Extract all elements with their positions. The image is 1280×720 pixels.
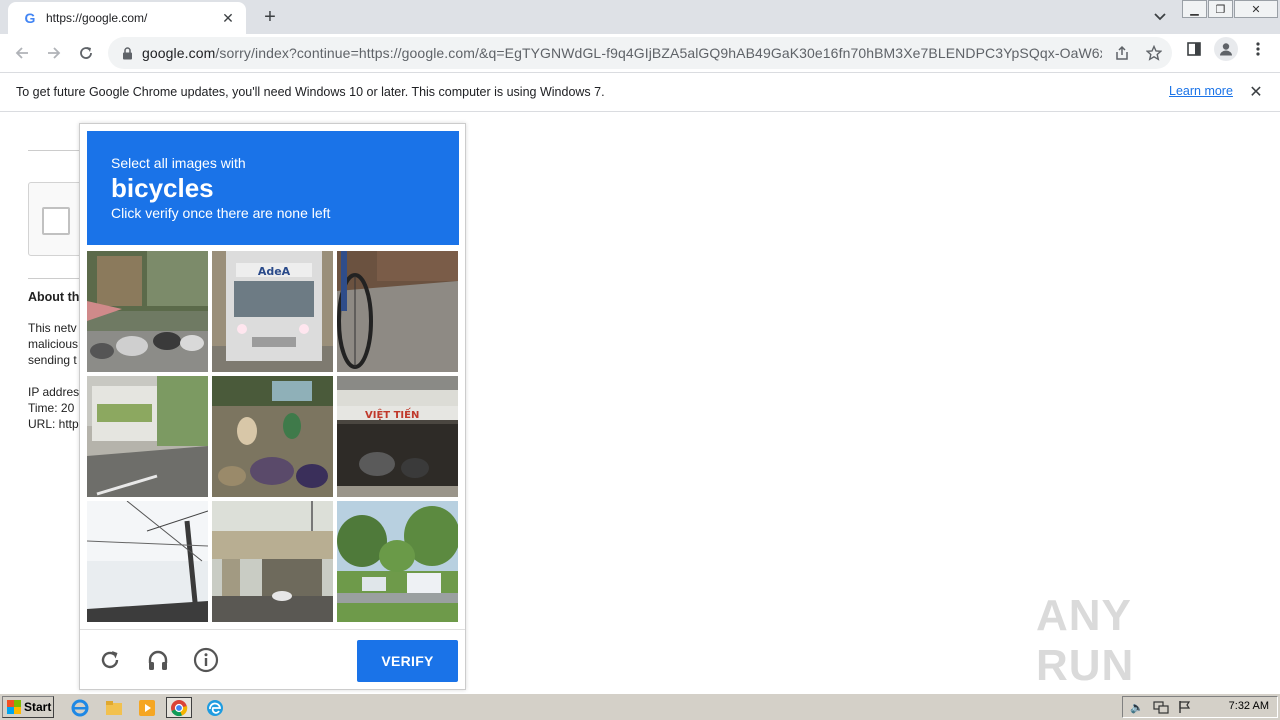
power-pole-tile[interactable] [87,501,208,622]
meta-line: IP addres [28,385,80,399]
request-meta: IP addres Time: 20 URL: http [28,384,79,432]
tab-search-chevron-icon[interactable] [1150,8,1170,26]
challenge-target: bicycles [111,173,214,203]
new-tab-button[interactable]: + [258,6,282,28]
infobar-close-icon[interactable]: ✕ [1247,83,1265,101]
reload-challenge-icon[interactable] [96,646,124,674]
menu-kebab-icon[interactable] [1246,37,1270,61]
browser-toolbar: google.com/sorry/index?continue=https://… [0,34,1280,72]
meta-line: URL: http [28,417,79,431]
about-line: malicious [28,337,79,351]
volume-icon[interactable]: 🔈 [1127,699,1147,715]
overpass-tile[interactable] [212,501,333,622]
verify-button[interactable]: VERIFY [357,640,458,682]
windows-logo-icon [7,700,21,714]
about-line: sending t [28,353,77,367]
chrome-taskbar-icon[interactable] [166,697,192,718]
taskbar-clock[interactable]: 7:32 AM [1229,700,1269,712]
truck-brand-text: AdeA [258,265,291,278]
windows-taskbar: Start 🔈 7:32 AM [0,693,1280,720]
start-label: Start [24,700,52,714]
browser-tab[interactable]: G https://google.com/ ✕ [8,2,246,34]
google-favicon-icon: G [24,10,36,26]
truck-adea-tile[interactable]: AdeA [212,251,333,372]
network-icon[interactable] [1151,699,1171,715]
challenge-footer: VERIFY [80,629,465,689]
system-tray: 🔈 7:32 AM [1122,696,1278,718]
window-close-button[interactable]: ✕ [1234,0,1278,18]
meta-line: Time: 20 [28,401,75,415]
profile-avatar-icon[interactable] [1214,37,1238,61]
info-icon[interactable] [192,646,220,674]
market-motorbikes-tile[interactable] [212,376,333,497]
action-center-flag-icon[interactable] [1175,699,1195,715]
audio-challenge-icon[interactable] [144,646,172,674]
recaptcha-checkbox[interactable] [42,207,70,235]
anyrun-watermark: ANY RUN [1036,591,1135,690]
share-icon[interactable] [1112,43,1132,63]
recaptcha-challenge: Select all images with bicycles Click ve… [79,123,466,690]
street-hedge-tile[interactable] [87,376,208,497]
internet-explorer-icon[interactable] [67,697,93,718]
palm-trees-tile[interactable] [337,501,458,622]
file-explorer-icon[interactable] [101,697,127,718]
forward-button[interactable] [38,37,70,69]
street-scooters-tile[interactable] [87,251,208,372]
back-button[interactable] [6,37,38,69]
reload-button[interactable] [70,37,102,69]
infobar-message: To get future Google Chrome updates, you… [16,85,605,99]
tab-title: https://google.com/ [46,11,148,25]
bicycle-wheel-tile[interactable] [337,251,458,372]
challenge-header: Select all images with bicycles Click ve… [87,131,459,245]
lock-icon[interactable] [120,46,134,60]
about-heading: About th [28,290,80,304]
start-button[interactable]: Start [2,696,54,718]
url-text: google.com/sorry/index?continue=https://… [142,45,1102,61]
bookmark-star-icon[interactable] [1144,43,1164,63]
tab-strip: G https://google.com/ ✕ + ▁ ❐ ✕ [0,0,1280,34]
restore-button[interactable]: ❐ [1208,0,1233,18]
learn-more-link[interactable]: Learn more [1169,84,1233,98]
image-grid: AdeA VIỆT TIẾN [87,251,459,623]
minimize-button[interactable]: ▁ [1182,0,1207,18]
about-paragraph: This netv malicious sending t [28,320,78,368]
about-line: This netv [28,321,77,335]
close-tab-icon[interactable]: ✕ [220,10,236,26]
url-host: google.com [142,45,216,61]
address-bar[interactable]: google.com/sorry/index?continue=https://… [108,37,1172,69]
page-divider [28,150,80,151]
challenge-instruction: Select all images with [111,155,246,171]
page-divider [28,278,80,279]
edge-icon[interactable] [202,697,228,718]
update-infobar: To get future Google Chrome updates, you… [0,72,1280,112]
challenge-hint: Click verify once there are none left [111,205,331,221]
shop-viet-tien-tile[interactable]: VIỆT TIẾN [337,376,458,497]
window-controls: ▁ ❐ ✕ [1182,0,1279,18]
url-path: /sorry/index?continue=https://google.com… [215,45,1102,61]
media-player-icon[interactable] [134,697,160,718]
side-panel-icon[interactable] [1182,37,1206,61]
